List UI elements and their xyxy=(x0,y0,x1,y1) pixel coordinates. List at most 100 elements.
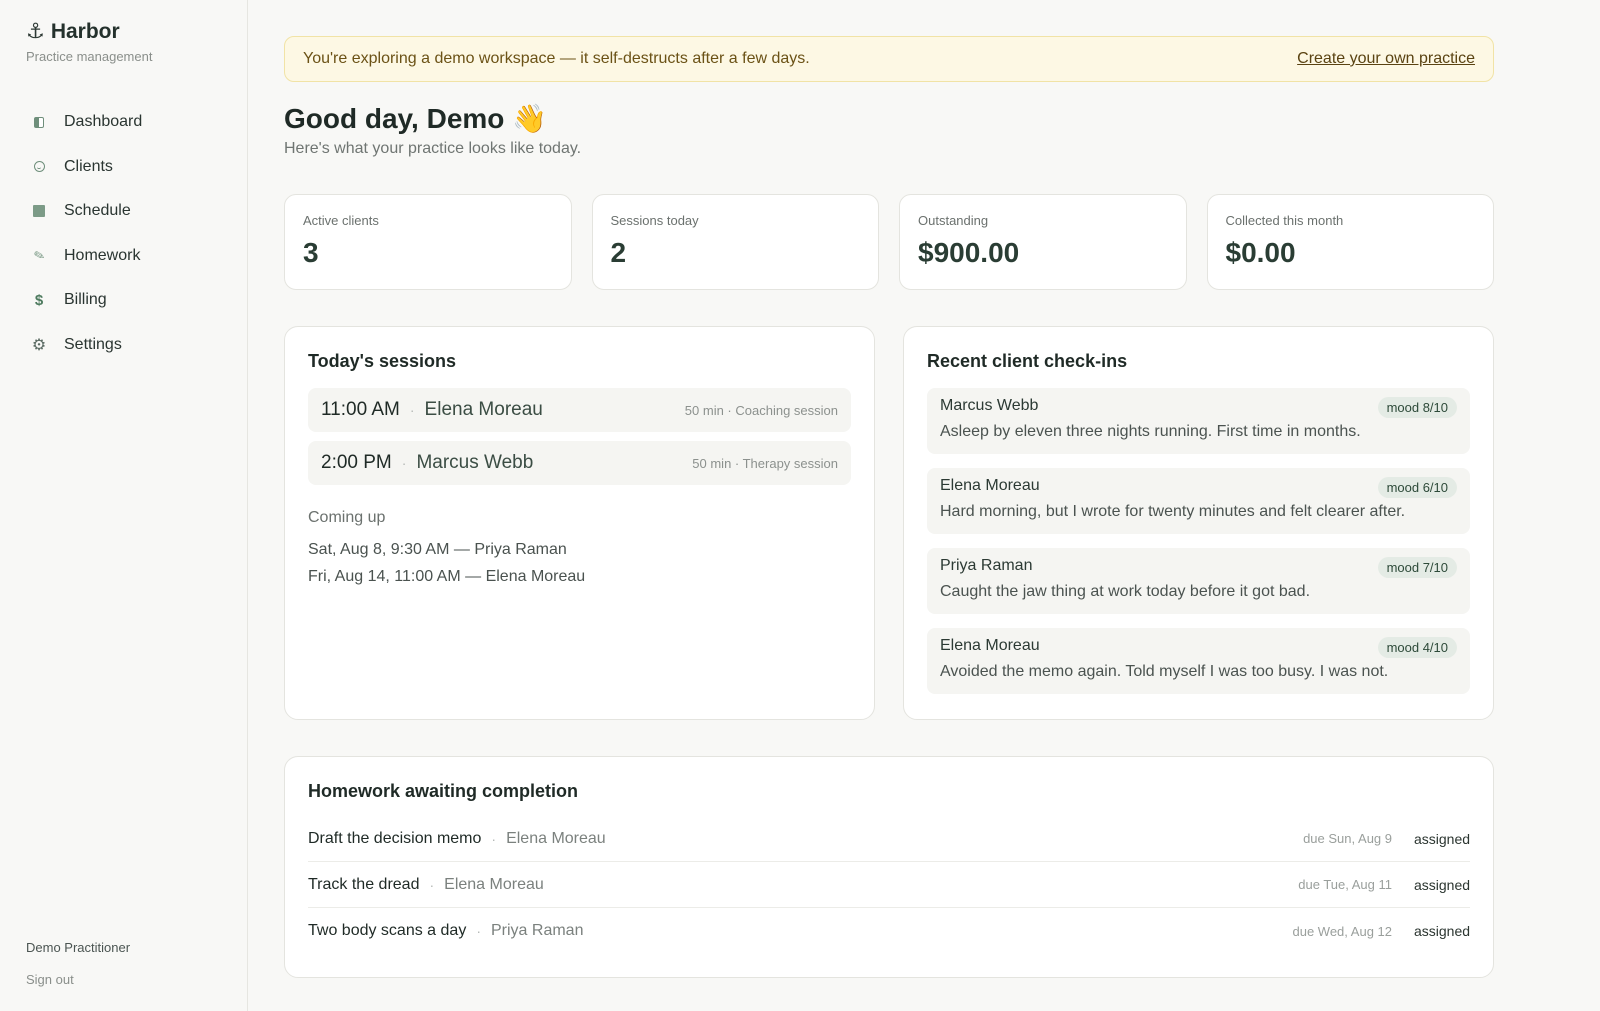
checkin-text: Caught the jaw thing at work today befor… xyxy=(940,583,1311,600)
homework-client: Elena Moreau xyxy=(444,875,544,893)
coming-up-heading: Coming up xyxy=(308,509,386,526)
homework-due: due Wed, Aug 12 xyxy=(1292,923,1392,939)
stat-label: Active clients xyxy=(303,213,379,228)
main-content: You're exploring a demo workspace — it s… xyxy=(284,36,1494,978)
greeting: Good day, Demo 👋 Here's what your practi… xyxy=(284,102,1494,158)
wave-icon: 👋 xyxy=(512,103,548,134)
homework-list: Draft the decision memo · Elena Moreau d… xyxy=(308,816,1470,954)
separator-dot: · xyxy=(401,455,407,471)
brand[interactable]: ⚓ Harbor Practice management xyxy=(26,20,152,64)
homework-card: Homework awaiting completion Draft the d… xyxy=(284,756,1494,978)
recent-checkins-card: Recent client check-ins Marcus Webb mood… xyxy=(903,326,1494,720)
session-time: 11:00 AM xyxy=(321,399,400,420)
demo-banner: You're exploring a demo workspace — it s… xyxy=(284,36,1494,82)
mood-badge: mood 6/10 xyxy=(1377,477,1457,498)
banner-text: You're exploring a demo workspace — it s… xyxy=(303,50,810,67)
mood-badge: mood 4/10 xyxy=(1377,637,1457,658)
stat-card-outstanding: Outstanding $900.00 xyxy=(899,194,1187,290)
status-badge: assigned xyxy=(1414,923,1471,939)
session-row[interactable]: 2:00 PM · Marcus Webb 50 min · Therapy s… xyxy=(308,441,851,485)
session-client: Elena Moreau xyxy=(424,399,543,420)
page-subtitle: Here's what your practice looks like tod… xyxy=(284,140,582,157)
user-name: Demo Practitioner xyxy=(26,940,131,955)
app-subtitle: Practice management xyxy=(26,49,153,64)
greeting-text: Good day, Demo xyxy=(284,103,505,134)
upcoming-session: Sat, Aug 8, 9:30 AM — Priya Raman xyxy=(308,541,567,558)
dollar-icon: $ xyxy=(34,291,44,309)
create-practice-link[interactable]: Create your own practice xyxy=(1297,50,1475,68)
stat-value: $0.00 xyxy=(1225,237,1296,268)
sidebar-nav: Dashboard Clients Schedule ✎ Homework $ … xyxy=(28,100,228,367)
homework-client: Elena Moreau xyxy=(506,829,606,847)
sidebar-item-label: Settings xyxy=(64,335,122,353)
sidebar-item-homework[interactable]: ✎ Homework xyxy=(28,234,228,279)
checkin-text: Avoided the memo again. Told myself I wa… xyxy=(940,663,1389,680)
card-title: Recent client check-ins xyxy=(927,351,1128,371)
sign-out-link[interactable]: Sign out xyxy=(26,972,130,987)
session-row[interactable]: 11:00 AM · Elena Moreau 50 min · Coachin… xyxy=(308,388,851,432)
homework-title: Draft the decision memo xyxy=(308,829,482,847)
app-name: Harbor xyxy=(50,20,120,43)
gear-icon: ⚙ xyxy=(31,336,47,354)
stat-label: Collected this month xyxy=(1225,213,1344,228)
sidebar-footer: Demo Practitioner Sign out xyxy=(26,940,130,987)
checkin-text: Asleep by eleven three nights running. F… xyxy=(940,423,1361,440)
sidebar-item-label: Dashboard xyxy=(64,113,143,131)
schedule-icon xyxy=(28,205,50,218)
clients-icon xyxy=(28,161,50,173)
session-time: 2:00 PM xyxy=(321,452,392,473)
sidebar-item-label: Billing xyxy=(64,291,107,309)
homework-title: Track the dread xyxy=(308,875,420,893)
homework-client: Priya Raman xyxy=(490,922,584,939)
homework-due: due Tue, Aug 11 xyxy=(1298,877,1392,892)
session-meta: 50 min · Therapy session xyxy=(692,455,838,471)
dashboard-icon xyxy=(28,116,50,128)
mood-badge: mood 8/10 xyxy=(1377,397,1457,418)
separator-dot: · xyxy=(429,876,435,893)
homework-row[interactable]: Track the dread · Elena Moreau due Tue, … xyxy=(308,862,1470,908)
checkin-item[interactable]: Marcus Webb mood 8/10 Asleep by eleven t… xyxy=(927,388,1470,454)
homework-title: Two body scans a day xyxy=(308,922,467,939)
card-title: Homework awaiting completion xyxy=(308,781,579,801)
anchor-icon: ⚓ xyxy=(26,20,45,43)
mood-badge: mood 7/10 xyxy=(1377,557,1457,578)
homework-row[interactable]: Two body scans a day · Priya Raman due W… xyxy=(308,908,1470,954)
separator-dot: · xyxy=(491,830,497,847)
homework-row[interactable]: Draft the decision memo · Elena Moreau d… xyxy=(308,816,1470,862)
checkin-item[interactable]: Elena Moreau mood 6/10 Hard morning, but… xyxy=(927,468,1470,534)
sidebar-item-label: Homework xyxy=(64,246,141,264)
upcoming-session: Fri, Aug 14, 11:00 AM — Elena Moreau xyxy=(308,568,586,585)
stat-label: Sessions today xyxy=(610,213,699,228)
stat-value: 3 xyxy=(303,237,319,268)
card-title: Today's sessions xyxy=(308,351,457,371)
homework-icon: ✎ xyxy=(31,246,47,264)
sessions-checkins-row: Today's sessions 11:00 AM · Elena Moreau… xyxy=(284,326,1494,720)
status-badge: assigned xyxy=(1414,876,1471,893)
separator-dot: · xyxy=(409,402,415,418)
sidebar-item-dashboard[interactable]: Dashboard xyxy=(28,100,228,145)
session-client: Marcus Webb xyxy=(416,452,534,473)
sidebar-item-billing[interactable]: $ Billing xyxy=(28,278,228,323)
stat-label: Outstanding xyxy=(918,213,989,228)
stat-card-collected: Collected this month $0.00 xyxy=(1206,194,1494,290)
homework-due: due Sun, Aug 9 xyxy=(1303,831,1392,846)
stat-card-sessions-today: Sessions today 2 xyxy=(591,194,879,290)
stat-card-active-clients: Active clients 3 xyxy=(284,194,572,290)
stat-value: $900.00 xyxy=(918,237,1020,268)
sidebar-item-clients[interactable]: Clients xyxy=(28,145,228,190)
checkin-item[interactable]: Priya Raman mood 7/10 Caught the jaw thi… xyxy=(927,548,1470,614)
sidebar-item-schedule[interactable]: Schedule xyxy=(28,189,228,234)
sidebar-item-settings[interactable]: ⚙ Settings xyxy=(28,323,228,368)
sidebar: ⚓ Harbor Practice management Dashboard C… xyxy=(0,0,248,1011)
stats-row: Active clients 3 Sessions today 2 Outsta… xyxy=(284,194,1494,290)
page-title: Good day, Demo 👋 xyxy=(284,102,1494,136)
sidebar-item-label: Schedule xyxy=(64,202,131,220)
checkin-item[interactable]: Elena Moreau mood 4/10 Avoided the memo … xyxy=(927,628,1470,694)
status-badge: assigned xyxy=(1414,830,1471,847)
separator-dot: · xyxy=(476,923,481,939)
checkin-text: Hard morning, but I wrote for twenty min… xyxy=(940,503,1406,520)
todays-sessions-card: Today's sessions 11:00 AM · Elena Moreau… xyxy=(284,326,875,720)
sidebar-item-label: Clients xyxy=(64,157,113,175)
stat-value: 2 xyxy=(610,237,627,268)
session-meta: 50 min · Coaching session xyxy=(684,402,838,418)
